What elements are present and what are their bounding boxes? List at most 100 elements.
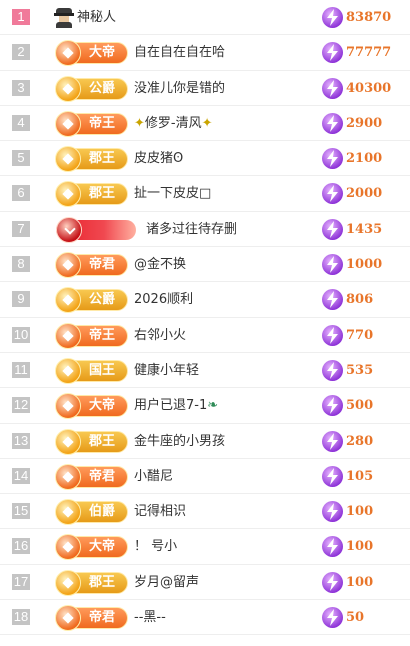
rank-number: 15 <box>12 503 30 520</box>
user-name[interactable]: 没准儿你是错的 <box>134 71 225 106</box>
rank-badge: 伯爵 <box>55 499 128 526</box>
leaderboard-row[interactable]: 2 大帝 自在自在自在哈 77777 <box>0 35 410 71</box>
badge-label: 大帝 <box>88 398 115 414</box>
badge-label: 郡王 <box>88 186 115 202</box>
badge-emblem-icon <box>55 463 81 490</box>
score-value: 2000 <box>346 186 383 202</box>
badge-label: 郡王 <box>88 151 115 167</box>
badge-emblem-icon <box>55 569 81 596</box>
badge-emblem-icon <box>55 110 81 137</box>
leaderboard-row[interactable]: 7 诸多过往待存删 1435 <box>0 212 410 248</box>
badge-label: 大帝 <box>88 539 115 555</box>
user-name[interactable]: 诸多过往待存删 <box>146 212 237 247</box>
leaderboard-row[interactable]: 14 帝君 小醋尼 105 <box>0 459 410 495</box>
leaderboard-row[interactable]: 17 郡王 岁月@留声 100 <box>0 565 410 601</box>
user-name[interactable]: 小醋尼 <box>134 459 173 494</box>
badge-label: 帝君 <box>88 468 115 484</box>
rank-badge: 公爵 <box>55 287 128 314</box>
rank-badge <box>56 216 136 243</box>
lightning-bolt-icon <box>322 430 343 452</box>
user-name[interactable]: 神秘人 <box>77 0 116 35</box>
lightning-bolt-icon <box>322 218 343 240</box>
rank-badge: 郡王 <box>55 146 128 173</box>
user-name[interactable]: ✦修罗-清风✦ <box>134 106 213 141</box>
user-name[interactable]: 皮皮猪ʘ <box>134 141 183 176</box>
leaderboard-row[interactable]: 18 帝君 --黑-- 50 <box>0 600 410 636</box>
user-name[interactable]: 岁月@留声 <box>134 565 199 600</box>
leaderboard-row[interactable]: 1 神秘人 83870 <box>0 0 410 36</box>
rank-badge: 大帝 <box>55 393 128 420</box>
rank-number: 12 <box>12 397 30 414</box>
leaderboard-row[interactable]: 11 国王 健康小年轻 535 <box>0 353 410 389</box>
lightning-bolt-icon <box>322 183 343 205</box>
user-name[interactable]: 右邻小火 <box>134 318 186 353</box>
score-value: 105 <box>346 468 374 484</box>
leaderboard-row[interactable]: 13 郡王 金牛座的小男孩 280 <box>0 424 410 459</box>
user-name[interactable]: 用户已退7-1❧ <box>134 388 218 423</box>
badge-label: 大帝 <box>88 45 115 61</box>
rank-number: 2 <box>12 44 30 61</box>
user-name[interactable]: 金牛座的小男孩 <box>134 424 225 459</box>
user-name[interactable]: ！ 号小 <box>134 529 177 564</box>
score-value: 500 <box>346 398 374 414</box>
user-name-text: 修罗-清风 <box>144 115 202 131</box>
rank-number: 7 <box>12 220 30 237</box>
mystery-man-icon <box>54 8 74 28</box>
user-name[interactable]: 扯一下皮皮□ <box>134 176 211 211</box>
lightning-bolt-icon <box>322 254 343 276</box>
user-name[interactable]: 健康小年轻 <box>134 353 199 388</box>
lightning-bolt-icon <box>322 42 343 64</box>
badge-label: 帝君 <box>88 610 115 626</box>
leaderboard-row[interactable]: 10 帝王 右邻小火 770 <box>0 318 410 353</box>
rank-number: 18 <box>12 609 30 626</box>
leaderboard-row[interactable]: 15 伯爵 记得相识 100 <box>0 494 410 530</box>
leaderboard-row[interactable]: 3 公爵 没准儿你是错的 40300 <box>0 71 410 106</box>
score-value: 806 <box>346 292 374 308</box>
score-value: 1435 <box>346 221 383 237</box>
rank-number: 5 <box>12 150 30 167</box>
lightning-bolt-icon <box>322 536 343 558</box>
lightning-bolt-icon <box>322 465 343 487</box>
sparkle-icon: ✦ <box>201 115 213 131</box>
user-name[interactable]: 自在自在自在哈 <box>134 35 225 70</box>
badge-label: 伯爵 <box>88 504 115 520</box>
rank-number: 4 <box>12 114 30 131</box>
badge-label: 郡王 <box>88 433 115 449</box>
badge-emblem-icon <box>55 75 81 102</box>
sparkle-icon: ✦ <box>134 115 145 131</box>
leaderboard-row[interactable]: 12 大帝 用户已退7-1❧ 500 <box>0 388 410 424</box>
rank-number: 11 <box>12 361 30 378</box>
leaderboard-row[interactable]: 16 大帝 ！ 号小 100 <box>0 529 410 565</box>
lightning-bolt-icon <box>322 324 343 346</box>
user-name[interactable]: 2026顺利 <box>134 282 193 317</box>
badge-label: 帝君 <box>88 257 115 273</box>
badge-emblem-icon <box>55 499 81 526</box>
rank-number: 17 <box>12 573 30 590</box>
rank-number: 9 <box>12 291 30 308</box>
user-name[interactable]: @金不换 <box>134 247 186 282</box>
leaderboard-row[interactable]: 5 郡王 皮皮猪ʘ 2100 <box>0 141 410 177</box>
leaderboard-row[interactable]: 4 帝王 ✦修罗-清风✦ 2900 <box>0 106 410 142</box>
user-name[interactable]: --黑-- <box>134 600 166 635</box>
leaf-icon: ❧ <box>207 398 219 414</box>
badge-emblem-icon <box>55 40 81 67</box>
rank-badge: 帝君 <box>55 463 128 490</box>
rank-badge: 公爵 <box>55 75 128 102</box>
user-name[interactable]: 记得相识 <box>134 494 186 529</box>
rank-badge: 帝王 <box>55 110 128 137</box>
lightning-bolt-icon <box>322 7 343 28</box>
badge-emblem-icon <box>56 216 82 243</box>
badge-emblem-icon <box>55 287 81 314</box>
badge-emblem-icon <box>55 181 81 208</box>
lightning-bolt-icon <box>322 112 343 134</box>
rank-number: 13 <box>12 432 30 449</box>
badge-emblem-icon <box>55 146 81 173</box>
score-value: 50 <box>346 610 365 626</box>
score-value: 535 <box>346 362 374 378</box>
leaderboard-row[interactable]: 9 公爵 2026顺利 806 <box>0 282 410 318</box>
lightning-bolt-icon <box>322 289 343 311</box>
leaderboard-row[interactable]: 6 郡王 扯一下皮皮□ 2000 <box>0 176 410 212</box>
badge-label: 公爵 <box>88 80 115 96</box>
leaderboard-row[interactable]: 8 帝君 @金不换 1000 <box>0 247 410 283</box>
rank-number: 8 <box>12 256 30 273</box>
